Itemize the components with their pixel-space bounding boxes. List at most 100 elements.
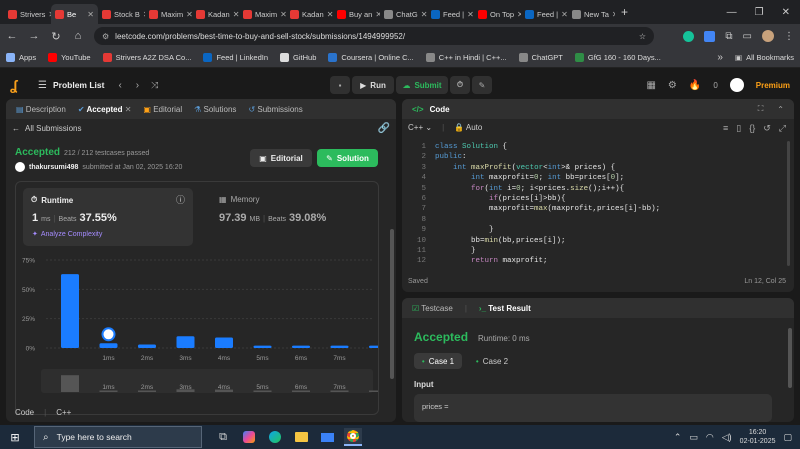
bookmark-item[interactable]: Coursera | Online C... — [328, 53, 414, 62]
browser-tab[interactable]: Kadan ✕ — [286, 4, 333, 24]
run-button[interactable]: ▶ Run — [352, 76, 394, 94]
format-icon[interactable]: ≡ — [723, 123, 728, 134]
runtime-distribution-chart[interactable]: 75% 50% 25% 0% 1ms 2ms 3ms 4ms 5ms 6ms 7ms 1ms 2ms… — [16, 252, 378, 412]
maximize-icon[interactable]: ⛶ — [758, 104, 764, 114]
debug-button[interactable]: ▪ — [330, 76, 350, 94]
network-icon[interactable]: ▭ — [689, 432, 698, 443]
menu-icon[interactable]: ⋮ — [784, 31, 794, 42]
copilot-icon[interactable] — [240, 428, 258, 446]
volume-icon[interactable]: ◁) — [722, 432, 732, 443]
tab-accepted[interactable]: ✔ Accepted ✕ — [78, 105, 132, 114]
close-icon[interactable]: ✕ — [782, 7, 790, 18]
chart-bar[interactable] — [215, 337, 233, 348]
reset-icon[interactable]: ↺ — [763, 123, 771, 134]
chrome-icon[interactable] — [344, 428, 362, 446]
back-icon[interactable]: ← — [6, 30, 18, 42]
bookmark-icon[interactable]: ▯ — [736, 123, 741, 134]
forward-icon[interactable]: → — [28, 30, 40, 42]
braces-icon[interactable]: {} — [749, 123, 755, 134]
timer-button[interactable]: ⏱ — [450, 76, 470, 94]
streak-icon[interactable]: 🔥 — [689, 80, 701, 91]
solution-button[interactable]: ✎ Solution — [317, 149, 378, 167]
memory-card[interactable]: ▦ Memory 97.39 MB | Beats 39.08% — [211, 188, 371, 246]
tab-close-icon[interactable]: ✕ — [87, 10, 94, 19]
chart-bar[interactable] — [330, 345, 349, 348]
bookmark-item[interactable]: C++ in Hindi | C++... — [425, 53, 507, 62]
task-view-icon[interactable]: ⧉ — [214, 428, 232, 446]
more-bookmarks[interactable]: » — [717, 52, 723, 63]
chart-bar[interactable] — [61, 274, 79, 348]
wifi-icon[interactable]: ◠ — [706, 432, 714, 443]
browser-tab[interactable]: Feed | ✕ — [521, 4, 568, 24]
your-submission-marker[interactable] — [101, 327, 116, 342]
code-area[interactable]: 1 class Solution {2 public: 3 int maxProfit… — [402, 141, 787, 269]
chart-range-slider[interactable] — [41, 369, 373, 393]
profile-avatar[interactable] — [762, 30, 774, 42]
tab-close-icon[interactable]: ✕ — [612, 10, 615, 19]
next-problem-icon[interactable]: › — [136, 80, 139, 91]
tab-solutions[interactable]: ⚗ Solutions — [194, 105, 236, 114]
notes-button[interactable]: ✎ — [472, 76, 492, 94]
browser-tab[interactable]: Maxim ✕ — [239, 4, 286, 24]
browser-tab[interactable]: Maxim ✕ — [145, 4, 192, 24]
bookmark-item[interactable]: YouTube — [48, 53, 91, 62]
case-1-tab[interactable]: • Case 1 — [414, 353, 462, 369]
grammarly-icon[interactable] — [683, 30, 695, 42]
problem-list-link[interactable]: Problem List — [53, 80, 104, 90]
submit-button[interactable]: ☁ Submit — [396, 76, 448, 94]
premium-link[interactable]: Premium — [756, 81, 790, 90]
bookmark-star-icon[interactable]: ☆ — [639, 32, 646, 41]
notification-icon[interactable]: ▢ — [783, 432, 792, 443]
chart-bar[interactable] — [292, 345, 310, 348]
chart-bar[interactable] — [138, 344, 156, 348]
chart-bar[interactable] — [369, 345, 378, 348]
bookmark-item[interactable]: GitHub — [280, 53, 316, 62]
leetcode-logo[interactable]: ʆ — [10, 77, 26, 93]
problem-list-icon[interactable]: ☰ — [38, 80, 47, 91]
clock[interactable]: 16:20 02-01-2025 — [740, 428, 776, 446]
tab-testcase[interactable]: ☑ Testcase — [412, 304, 453, 313]
browser-tab[interactable]: Be ✕ — [51, 4, 98, 24]
reload-icon[interactable]: ↻ — [50, 30, 62, 43]
all-submissions-link[interactable]: ← All Submissions — [12, 124, 81, 133]
taskbar-search[interactable]: ⌕ Type here to search — [34, 426, 202, 448]
home-icon[interactable]: ⌂ — [72, 30, 84, 42]
shuffle-icon[interactable]: ⤨ — [151, 80, 158, 91]
browser-tab[interactable]: Kadan ✕ — [192, 4, 239, 24]
link-icon[interactable]: 🔗 — [378, 123, 390, 134]
browser-tab[interactable]: Stock B✕ — [98, 4, 145, 24]
bookmark-item[interactable]: GfG 160 - 160 Days... — [574, 53, 661, 62]
browser-tab[interactable]: New Ta✕ — [568, 4, 615, 24]
runtime-card[interactable]: ⏱ Runtime ⓘ 1 ms | Beats 37.55% ✦ Analyze … — [23, 188, 193, 246]
close-tab-icon[interactable]: ✕ — [125, 105, 132, 114]
chart-bar[interactable] — [99, 343, 118, 348]
left-scrollbar[interactable] — [390, 229, 394, 379]
layout-icon[interactable]: ▦ — [646, 80, 655, 91]
collapse-icon[interactable]: ⌃ — [777, 105, 784, 114]
new-tab-button[interactable]: + — [621, 5, 628, 19]
analyze-complexity-link[interactable]: ✦ Analyze Complexity — [32, 230, 102, 239]
edge-icon[interactable] — [266, 428, 284, 446]
tab-close-icon[interactable]: ✕ — [467, 10, 474, 19]
auto-toggle[interactable]: 🔒 Auto — [454, 123, 482, 132]
browser-tab[interactable]: Strivers✕ — [4, 4, 51, 24]
chart-bar[interactable] — [176, 336, 195, 348]
tab-test-result[interactable]: ›_ Test Result — [479, 304, 531, 313]
editorial-button[interactable]: ▣ Editorial — [250, 149, 312, 167]
extensions-icon[interactable]: ⧉ — [725, 31, 732, 42]
browser-tab[interactable]: On Top ✕ — [474, 4, 521, 24]
minimize-icon[interactable]: — — [727, 7, 737, 18]
bookmark-item[interactable]: ChatGPT — [518, 53, 563, 62]
sidebar-icon[interactable]: ▭ — [743, 31, 752, 42]
all-bookmarks[interactable]: ▣ All Bookmarks — [735, 53, 794, 62]
tab-description[interactable]: ▤ Description — [16, 105, 66, 114]
result-scrollbar[interactable] — [788, 328, 792, 388]
bookmark-item[interactable]: Strivers A2Z DSA Co... — [102, 53, 191, 62]
browser-tab[interactable]: Feed | ✕ — [427, 4, 474, 24]
translate-icon[interactable] — [704, 30, 716, 42]
restore-icon[interactable]: ❐ — [755, 7, 764, 18]
settings-icon[interactable]: ⚙ — [668, 80, 677, 91]
file-explorer-icon[interactable] — [292, 428, 310, 446]
browser-tab[interactable]: Buy an ✕ — [333, 4, 380, 24]
info-icon[interactable]: ⓘ — [176, 193, 185, 206]
